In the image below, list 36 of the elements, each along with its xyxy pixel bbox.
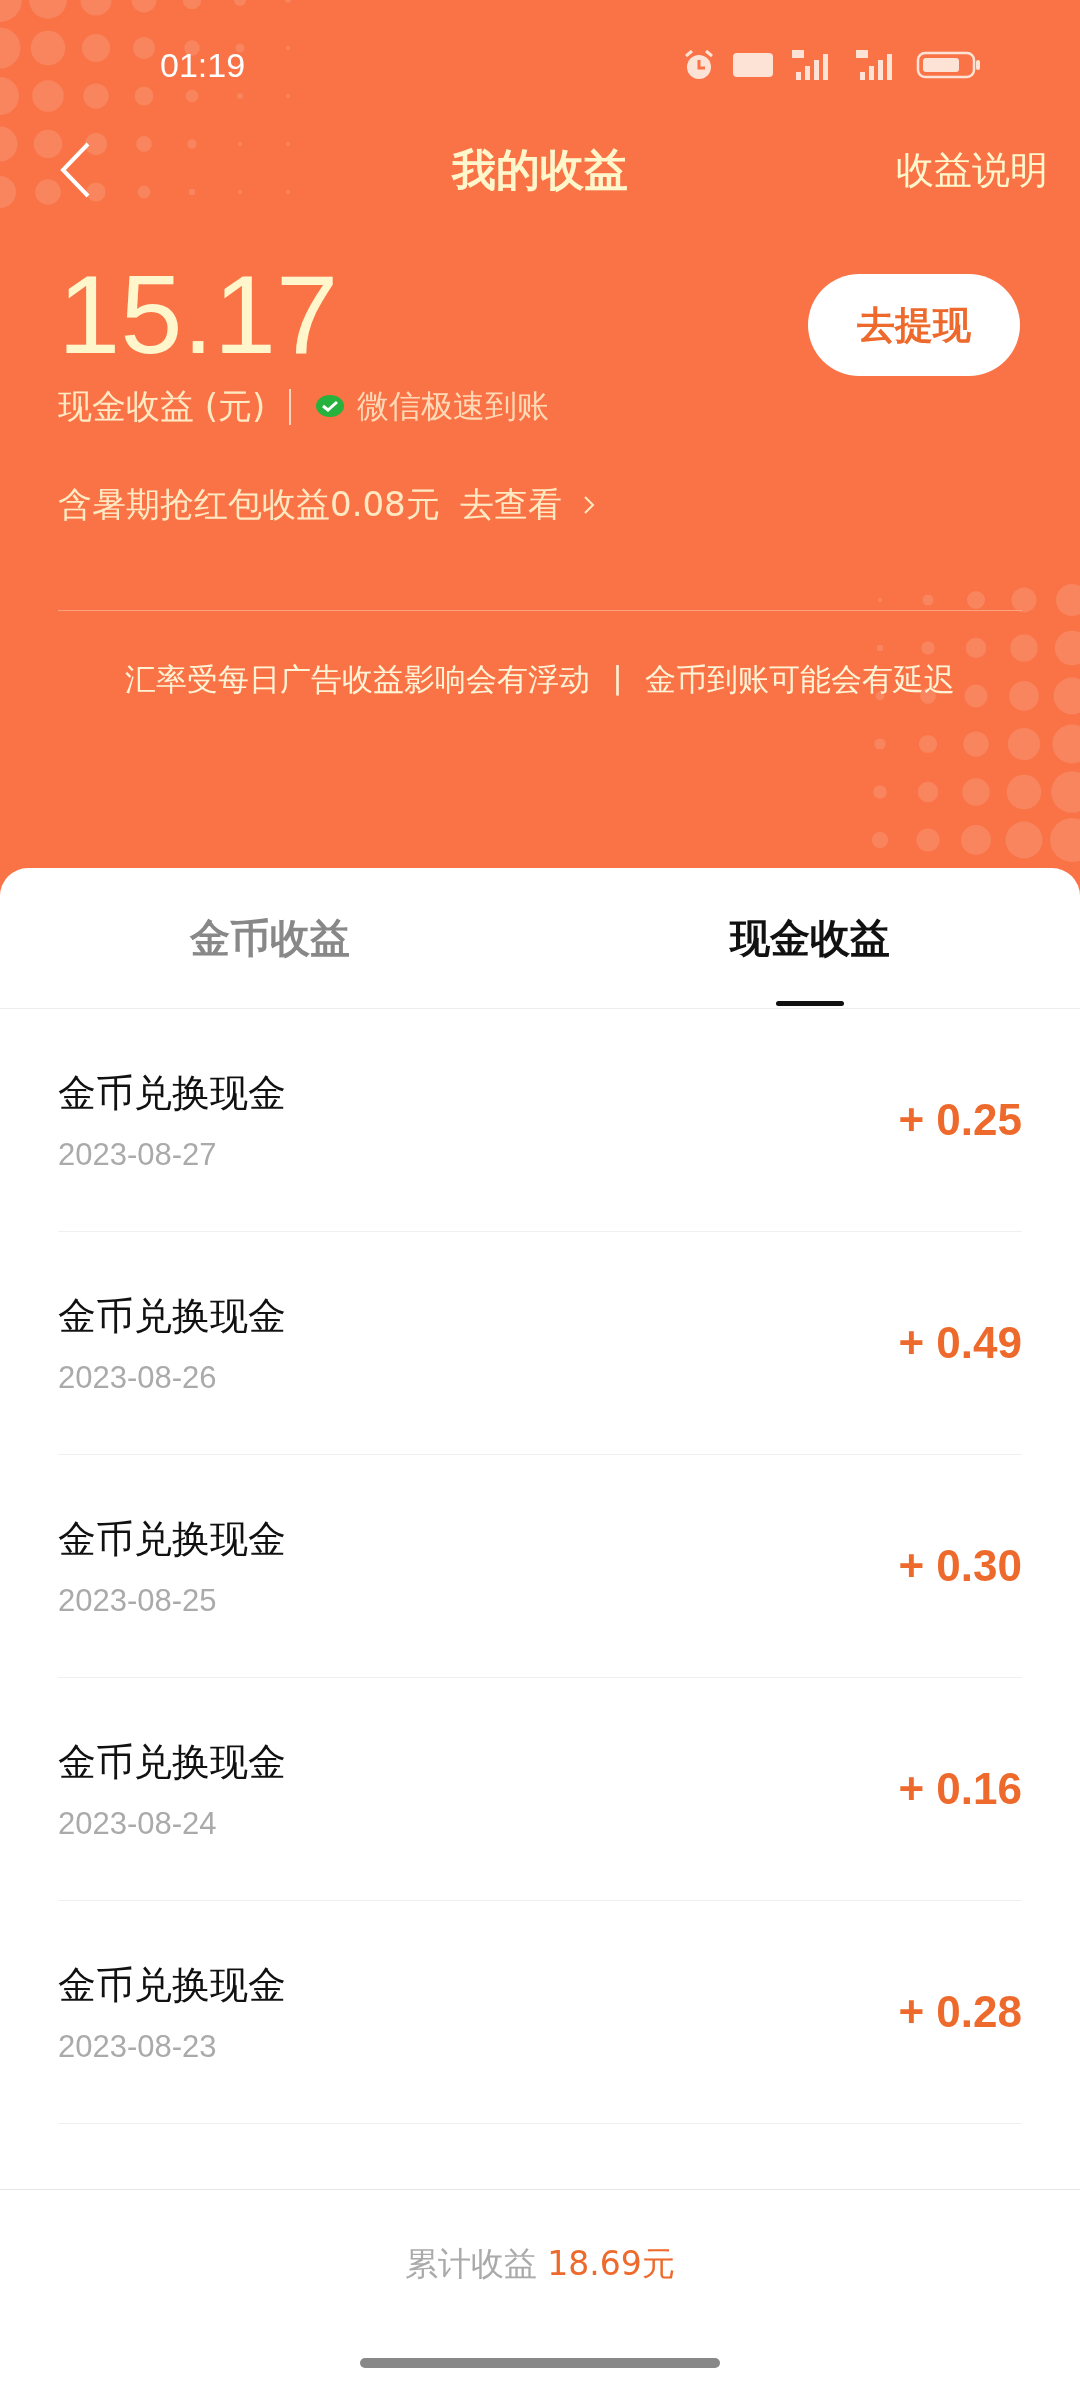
record-title: 金币兑换现金 bbox=[58, 1961, 286, 2009]
wechat-icon bbox=[315, 394, 346, 420]
record-title: 金币兑换现金 bbox=[58, 1292, 286, 1340]
back-icon[interactable] bbox=[58, 141, 92, 199]
balance-amount: 15.17 bbox=[58, 251, 340, 379]
page-title: 我的收益 bbox=[452, 142, 628, 197]
status-time: 01:19 bbox=[160, 45, 246, 85]
record-amount: + 0.28 bbox=[898, 1987, 1022, 2037]
record-amount: + 0.30 bbox=[898, 1541, 1022, 1591]
record-title: 金币兑换现金 bbox=[58, 1515, 286, 1563]
chevron-icon[interactable] bbox=[581, 494, 596, 516]
battery-icon bbox=[916, 50, 982, 80]
record-amount: + 0.49 bbox=[898, 1318, 1022, 1368]
view-link[interactable]: 去查看 bbox=[459, 482, 562, 528]
notice-separator: | bbox=[612, 659, 623, 698]
alarm-icon bbox=[682, 48, 716, 82]
record-date: 2023-08-26 bbox=[58, 1359, 218, 1396]
tab[interactable]: 金币收益 bbox=[0, 868, 540, 1008]
earnings-info-link[interactable]: 收益说明 bbox=[896, 144, 1048, 196]
record-date: 2023-08-23 bbox=[58, 2028, 218, 2065]
record-amount: + 0.16 bbox=[898, 1764, 1022, 1814]
promo-text: 含暑期抢红包收益0.08元 bbox=[58, 483, 440, 526]
record-date: 2023-08-24 bbox=[58, 1805, 218, 1842]
total-label: 累计收益 bbox=[405, 2242, 538, 2285]
total-amount: 18.69元 bbox=[547, 2242, 675, 2285]
withdraw-button[interactable]: 去提现 bbox=[808, 274, 1020, 376]
tab[interactable]: 现金收益 bbox=[540, 868, 1080, 1008]
record-date: 2023-08-27 bbox=[58, 1136, 218, 1173]
record-date: 2023-08-25 bbox=[58, 1582, 218, 1619]
notice-text: 金币到账可能会有延迟 bbox=[644, 660, 955, 699]
record-amount: + 0.25 bbox=[898, 1095, 1022, 1145]
wechat-note: 微信极速到账 bbox=[357, 386, 550, 427]
record-title: 金币兑换现金 bbox=[58, 1069, 286, 1117]
balance-label: 现金收益 (元) bbox=[58, 385, 266, 428]
record-title: 金币兑换现金 bbox=[58, 1738, 286, 1786]
notice-text: 汇率受每日广告收益影响会有浮动 bbox=[125, 660, 591, 699]
